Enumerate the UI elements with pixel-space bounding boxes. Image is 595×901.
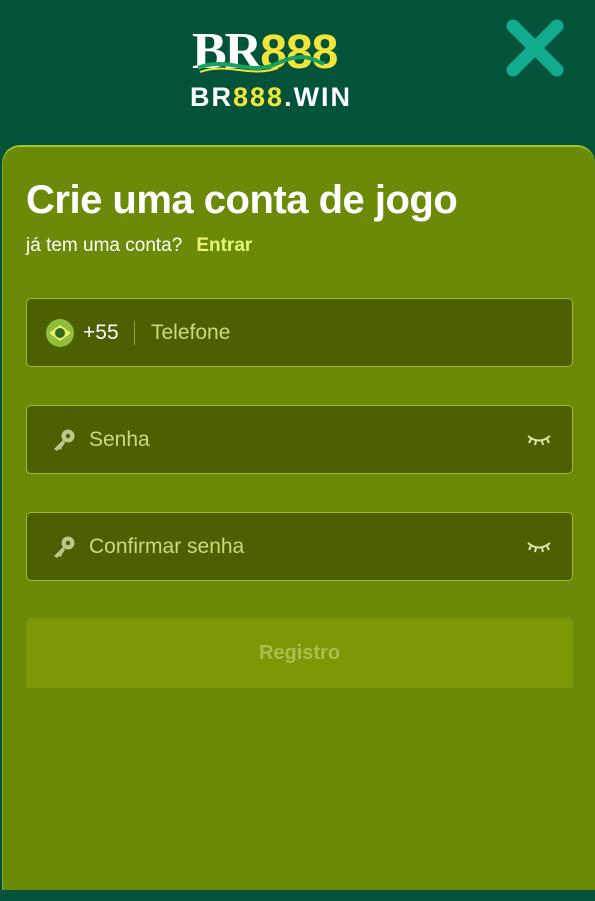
eye-closed-icon[interactable] — [527, 432, 551, 448]
phone-input[interactable] — [151, 299, 551, 366]
brazil-flag-icon[interactable] — [46, 319, 74, 347]
br888-logo: BR888 BR888.WIN — [188, 22, 388, 112]
eye-closed-icon[interactable] — [527, 539, 551, 555]
password-field — [26, 405, 573, 474]
field-divider — [134, 321, 135, 345]
logo-sub-prefix: BR — [190, 82, 233, 112]
key-icon — [54, 536, 75, 558]
login-prompt: já tem uma conta? Entrar — [26, 235, 252, 257]
country-code[interactable]: +55 — [83, 321, 119, 345]
logo-domain-text: BR888.WIN — [190, 82, 352, 112]
register-button[interactable]: Registro — [26, 618, 573, 688]
password-input[interactable] — [89, 406, 509, 473]
bottom-bar — [0, 890, 595, 901]
login-link[interactable]: Entrar — [196, 235, 252, 256]
phone-field: +55 — [26, 298, 573, 367]
page-title: Crie uma conta de jogo — [26, 178, 458, 222]
confirm-password-input[interactable] — [89, 513, 509, 580]
app-header: BR888 BR888.WIN — [0, 0, 595, 145]
close-x-icon — [506, 19, 564, 77]
key-icon — [54, 429, 75, 451]
confirm-password-field — [26, 512, 573, 581]
logo-sub-suffix: .WIN — [284, 82, 353, 112]
logo-swoosh-icon — [197, 55, 325, 73]
logo-sub-888: 888 — [233, 82, 285, 112]
close-button[interactable] — [505, 18, 565, 78]
have-account-text: já tem uma conta? — [26, 235, 183, 256]
